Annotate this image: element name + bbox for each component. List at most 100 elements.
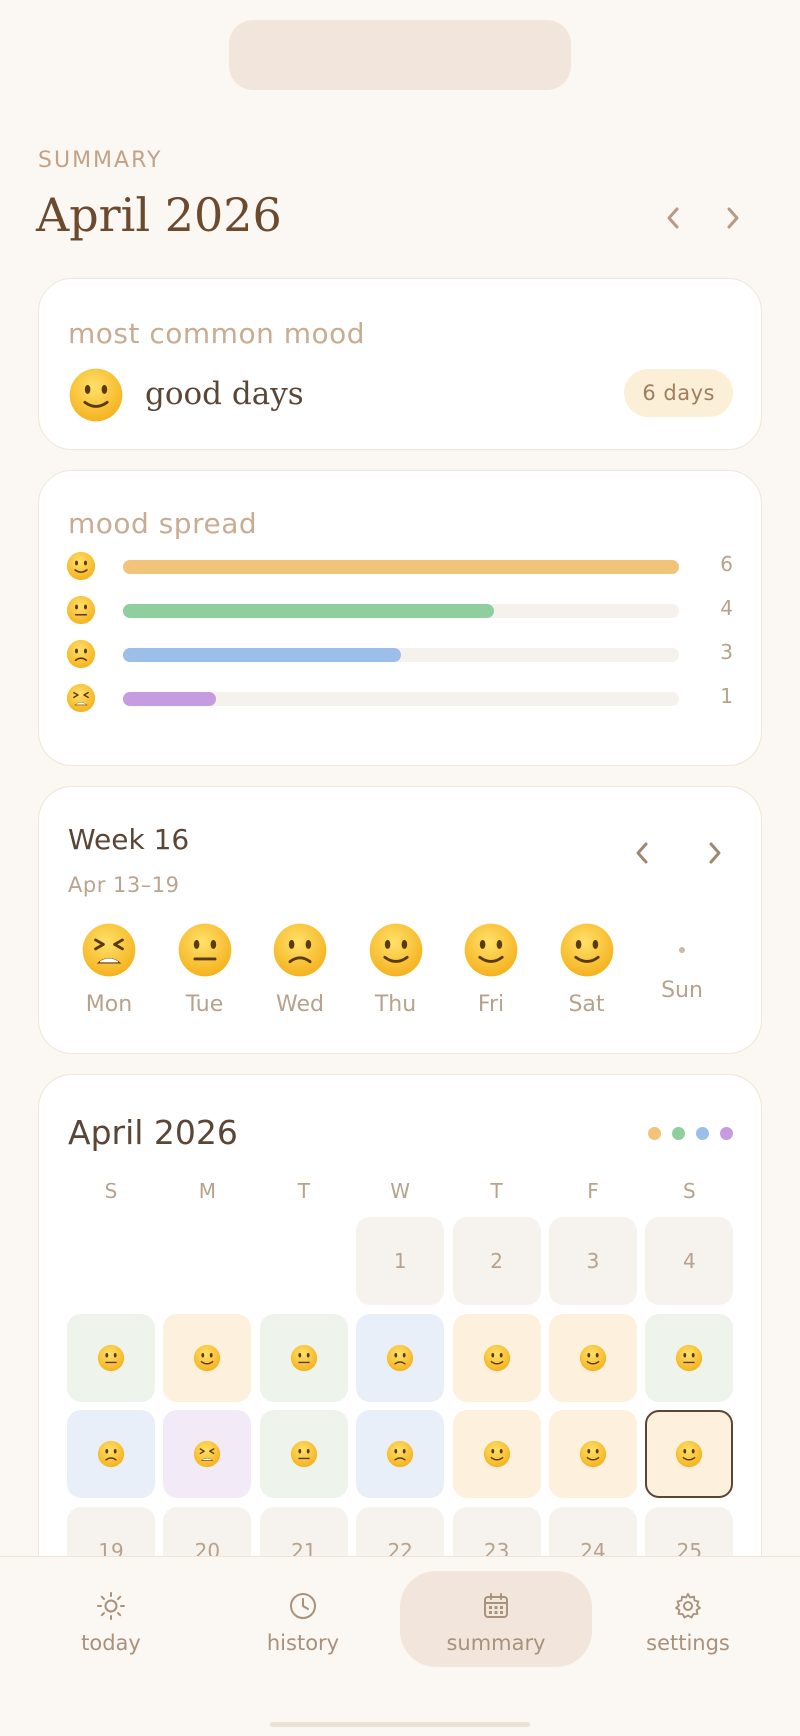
mood-legend xyxy=(648,1127,733,1140)
chevron-left-icon xyxy=(667,207,679,229)
week-day-label: Fri xyxy=(477,992,505,1017)
week-range: Apr 13–19 xyxy=(68,873,180,897)
week-day-sun[interactable]: Sun xyxy=(642,922,722,1003)
nav-history[interactable]: history xyxy=(207,1571,399,1667)
calendar-day-4[interactable]: 4 xyxy=(645,1217,734,1305)
week-card: Week 16 Apr 13–19 Mon Tue Wed Thu Fri Sat Sun xyxy=(38,786,762,1054)
slightly-smiling-face-icon xyxy=(579,1344,607,1372)
bottom-nav: today history summary settings xyxy=(0,1556,800,1736)
calendar-day-12[interactable] xyxy=(67,1410,155,1498)
neutral-face-icon xyxy=(675,1344,703,1372)
weekday-header: F xyxy=(587,1179,599,1203)
calendar-day-10[interactable] xyxy=(549,1313,637,1402)
calendar-day-5[interactable] xyxy=(67,1313,155,1402)
mood-bar-track xyxy=(123,604,679,618)
calendar-day-15[interactable] xyxy=(356,1410,445,1498)
mood-spread-row: 3 xyxy=(39,639,761,669)
calendar-day-17[interactable] xyxy=(549,1410,637,1498)
neutral-face-icon xyxy=(66,595,96,625)
slightly-smiling-face-icon xyxy=(463,922,519,978)
calendar-day-number: 4 xyxy=(683,1249,696,1273)
slightly-smiling-face-icon xyxy=(559,922,615,978)
week-day-label: Wed xyxy=(276,992,324,1017)
week-day-sat[interactable]: Sat xyxy=(547,922,627,1017)
mood-spread-label: mood spread xyxy=(68,507,258,540)
week-day-label: Thu xyxy=(374,992,417,1017)
tired-face-icon xyxy=(66,683,96,713)
legend-dot-neutral xyxy=(672,1127,685,1140)
mood-count: 4 xyxy=(720,596,733,620)
neutral-face-icon xyxy=(290,1344,318,1372)
weekday-header: W xyxy=(390,1179,411,1203)
slightly-smiling-face-icon xyxy=(368,922,424,978)
prev-week-button[interactable] xyxy=(622,833,662,873)
calendar-day-18[interactable] xyxy=(645,1410,734,1498)
legend-dot-good xyxy=(648,1127,661,1140)
tired-face-icon xyxy=(81,922,137,978)
week-day-thu[interactable]: Thu xyxy=(356,922,436,1017)
mood-bar xyxy=(123,692,216,706)
week-day-tue[interactable]: Tue xyxy=(165,922,245,1017)
neutral-face-icon xyxy=(290,1440,318,1468)
mood-bar xyxy=(123,648,401,662)
mood-spread-row: 4 xyxy=(39,595,761,625)
chevron-left-icon xyxy=(636,842,648,864)
week-day-mon[interactable]: Mon xyxy=(69,922,149,1017)
slightly-smiling-face-icon xyxy=(579,1440,607,1468)
calendar-day-9[interactable] xyxy=(452,1313,541,1402)
calendar-day-7[interactable] xyxy=(259,1313,348,1402)
slightly-frowning-face-icon xyxy=(386,1440,414,1468)
chevron-right-icon xyxy=(709,842,721,864)
calendar-day-1[interactable]: 1 xyxy=(356,1217,445,1305)
slightly-smiling-face-icon xyxy=(483,1440,511,1468)
mood-bar-track xyxy=(123,692,679,706)
calendar-day-number: 2 xyxy=(490,1249,503,1273)
legend-dot-awful xyxy=(720,1127,733,1140)
weekday-header: S xyxy=(683,1179,696,1203)
weekday-header: S xyxy=(104,1179,118,1203)
nav-today[interactable]: today xyxy=(15,1571,207,1667)
nav-summary[interactable]: summary xyxy=(400,1571,592,1667)
most-common-label: most common mood xyxy=(68,317,366,350)
weekday-header: M xyxy=(198,1179,217,1203)
calendar-icon xyxy=(484,1593,508,1618)
week-day-label: Sat xyxy=(568,992,605,1017)
most-common-card: most common mood good days 6 days xyxy=(38,278,762,450)
week-day-label: Tue xyxy=(185,992,224,1017)
prev-month-button[interactable] xyxy=(653,198,693,238)
mood-bar-track xyxy=(123,560,679,574)
home-indicator xyxy=(270,1722,530,1727)
mood-bar xyxy=(123,560,679,574)
calendar-day-14[interactable] xyxy=(259,1410,348,1498)
page-title: April 2026 xyxy=(36,188,282,242)
calendar-day-3[interactable]: 3 xyxy=(549,1217,637,1305)
calendar-day-13[interactable] xyxy=(163,1410,252,1498)
neutral-face-icon xyxy=(177,922,233,978)
week-day-label: Mon xyxy=(85,992,133,1017)
nav-history-label: history xyxy=(266,1631,340,1655)
calendar-day-6[interactable] xyxy=(163,1313,252,1402)
calendar-day-number: 3 xyxy=(586,1249,600,1273)
mood-count: 3 xyxy=(720,640,733,664)
weekday-header: T xyxy=(297,1179,310,1203)
mood-bar xyxy=(123,604,494,618)
most-common-mood: good days xyxy=(145,376,304,412)
sun-icon xyxy=(97,1592,125,1620)
days-badge: 6 days xyxy=(624,369,733,417)
week-day-label: Sun xyxy=(661,978,703,1003)
calendar-day-11[interactable] xyxy=(645,1313,734,1402)
slightly-frowning-face-icon xyxy=(386,1344,414,1372)
next-week-button[interactable] xyxy=(695,833,735,873)
calendar-day-2[interactable]: 2 xyxy=(452,1217,541,1305)
calendar-day-16[interactable] xyxy=(452,1410,541,1498)
nav-settings[interactable]: settings xyxy=(592,1571,784,1667)
legend-dot-sad xyxy=(696,1127,709,1140)
mood-count: 1 xyxy=(720,684,733,708)
slightly-frowning-face-icon xyxy=(272,922,328,978)
week-day-fri[interactable]: Fri xyxy=(451,922,531,1017)
calendar-day-8[interactable] xyxy=(356,1313,445,1402)
status-pill xyxy=(229,20,571,90)
next-month-button[interactable] xyxy=(713,198,753,238)
week-day-wed[interactable]: Wed xyxy=(260,922,340,1017)
mood-bar-track xyxy=(123,648,679,662)
